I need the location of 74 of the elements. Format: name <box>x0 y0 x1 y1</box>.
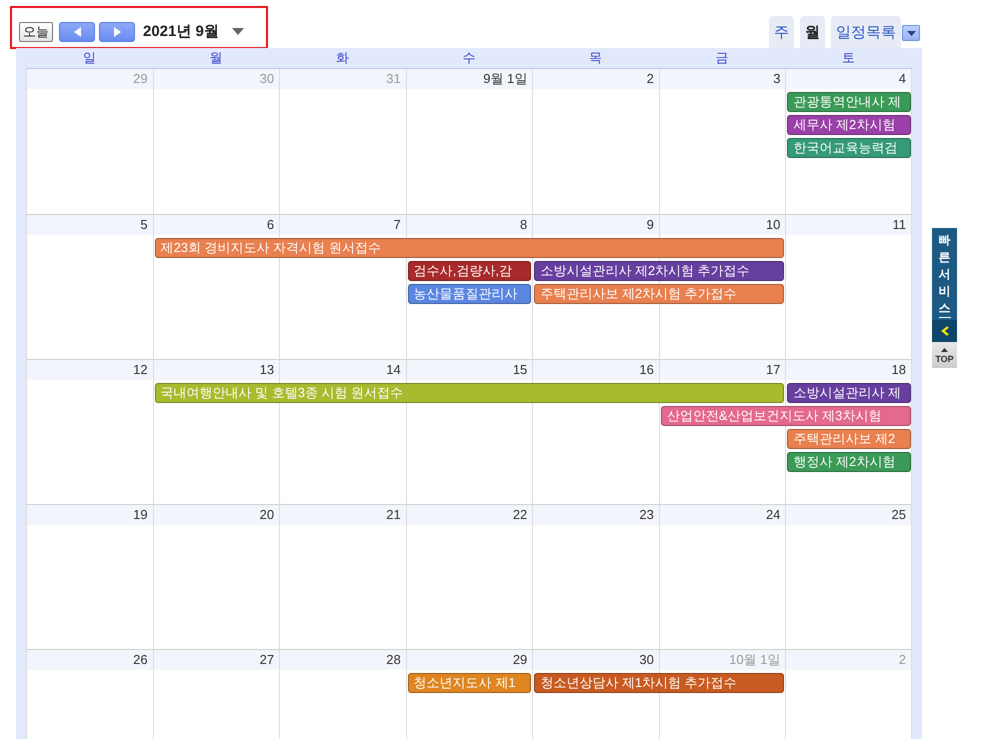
date-number: 29 <box>133 71 148 87</box>
event-bar[interactable]: 세무사 제2차시험 <box>787 115 911 135</box>
date-number: 13 <box>260 362 274 378</box>
date-number: 18 <box>892 362 906 378</box>
date-number: 7 <box>393 217 401 233</box>
collapse-button[interactable] <box>932 320 957 342</box>
date-number: 10월 1일 <box>729 652 780 668</box>
event-bar[interactable]: 주택관리사보 제2 <box>787 429 911 449</box>
date-number: 29 <box>512 652 528 668</box>
left-triangle-icon <box>74 26 80 36</box>
top-button[interactable]: TOP <box>932 342 957 368</box>
month-title: 2021년 9월 <box>143 22 219 41</box>
weekday-label: 수 <box>462 50 476 66</box>
event-bar[interactable]: 산업안전&산업보건지도사 제3차시험 <box>660 406 911 426</box>
event-bar[interactable]: 소방시설관리사 제 <box>787 383 911 403</box>
event-bar[interactable]: 행정사 제2차시험 <box>787 452 911 472</box>
event-bar[interactable]: 제23회 경비지도사 자격시험 원서접수 <box>154 238 784 258</box>
date-number: 30 <box>260 71 274 87</box>
date-number: 9월 1일 <box>483 71 528 87</box>
event-bar[interactable]: 소방시설관리사 제2차시험 추가접수 <box>534 261 784 281</box>
date-number: 15 <box>512 362 528 378</box>
right-triangle-icon <box>114 26 120 36</box>
event-bar[interactable]: 청소년지도사 제1 <box>408 673 532 693</box>
date-number: 3 <box>773 71 780 87</box>
weekday-label: 화 <box>336 50 349 66</box>
event-bar[interactable]: 농산물품질관리사 <box>408 284 532 304</box>
date-number: 30 <box>639 652 654 668</box>
date-number: 10 <box>766 217 780 233</box>
date-number: 24 <box>766 507 780 523</box>
weekday-label: 금 <box>716 50 729 66</box>
event-bar[interactable]: 국내여행안내사 및 호텔3종 시험 원서접수 <box>154 383 784 403</box>
view-tab[interactable]: 일정목록 <box>831 16 901 48</box>
view-tab[interactable]: 주 <box>769 16 794 48</box>
caret-icon <box>906 30 916 36</box>
date-number: 8 <box>520 217 528 233</box>
date-number: 22 <box>512 507 528 523</box>
date-number: 20 <box>260 507 274 523</box>
previous-button[interactable] <box>59 22 95 42</box>
date-number: 27 <box>260 652 274 668</box>
weekday-label: 목 <box>589 50 602 66</box>
date-number: 21 <box>386 507 401 523</box>
date-number: 9 <box>646 217 654 233</box>
date-number: 17 <box>766 362 780 378</box>
date-number: 19 <box>133 507 148 523</box>
date-number: 25 <box>892 507 906 523</box>
date-number: 4 <box>898 71 906 87</box>
event-bar[interactable]: 관광통역안내사 제 <box>787 92 911 112</box>
weekday-label: 토 <box>842 50 856 66</box>
date-number: 6 <box>266 217 274 233</box>
event-bar[interactable]: 주택관리사보 제2차시험 추가접수 <box>534 284 784 304</box>
date-number: 26 <box>133 652 148 668</box>
event-bar[interactable]: 검수사,검량사,감 <box>408 261 532 281</box>
date-number: 31 <box>386 71 401 87</box>
event-bar[interactable]: 한국어교육능력검 <box>787 138 911 158</box>
date-number: 12 <box>133 362 148 378</box>
date-number: 14 <box>386 362 401 378</box>
view-tab[interactable]: 월 <box>800 16 825 48</box>
date-number: 2 <box>646 71 654 87</box>
caret-icon[interactable] <box>232 28 244 35</box>
date-number: 28 <box>386 652 401 668</box>
next-button[interactable] <box>99 22 135 42</box>
date-number: 2 <box>898 652 906 668</box>
weekday-label: 월 <box>209 50 222 66</box>
up-triangle-icon <box>941 348 948 352</box>
weekday-label: 일 <box>82 50 96 66</box>
event-bar[interactable]: 청소년상담사 제1차시험 추가접수 <box>534 673 784 693</box>
view-menu-button[interactable] <box>902 25 920 41</box>
date-number: 11 <box>892 217 906 233</box>
today-button[interactable]: 오늘 <box>19 22 53 42</box>
date-number: 5 <box>140 217 148 233</box>
quick-service-button[interactable]: 빠른서비스 <box>932 228 957 320</box>
chevron-left-icon <box>940 326 948 336</box>
date-number: 23 <box>639 507 654 523</box>
date-number: 16 <box>639 362 654 378</box>
